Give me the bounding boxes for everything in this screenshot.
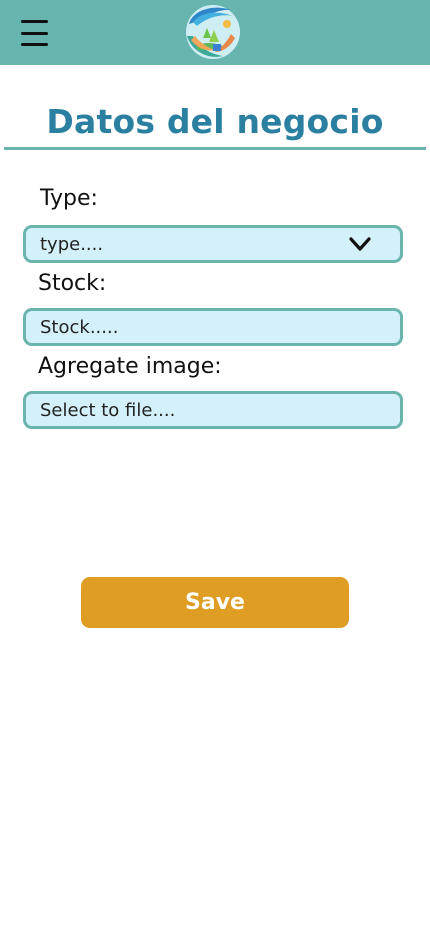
top-app-bar <box>0 0 430 65</box>
chevron-down-icon <box>349 237 371 251</box>
page-title: Datos del negocio <box>46 102 384 141</box>
image-file-placeholder: Select to file.... <box>40 399 176 421</box>
hamburger-line <box>20 20 48 23</box>
title-divider <box>4 147 426 150</box>
type-select[interactable]: type.... <box>23 225 403 263</box>
hamburger-line <box>20 31 48 35</box>
stock-input-placeholder: Stock..... <box>40 316 119 338</box>
image-label: Agregate image: <box>38 354 222 379</box>
type-select-value: type.... <box>40 233 104 255</box>
stock-input[interactable]: Stock..... <box>23 308 403 346</box>
hamburger-line <box>20 43 48 46</box>
business-data-screen: Datos del negocio Type: type.... Stock: … <box>0 0 430 932</box>
type-label: Type: <box>40 186 98 211</box>
app-logo-icon <box>186 5 240 59</box>
menu-button[interactable] <box>18 18 50 46</box>
save-button[interactable]: Save <box>81 577 349 628</box>
image-file-input[interactable]: Select to file.... <box>23 391 403 429</box>
stock-label: Stock: <box>38 271 107 296</box>
